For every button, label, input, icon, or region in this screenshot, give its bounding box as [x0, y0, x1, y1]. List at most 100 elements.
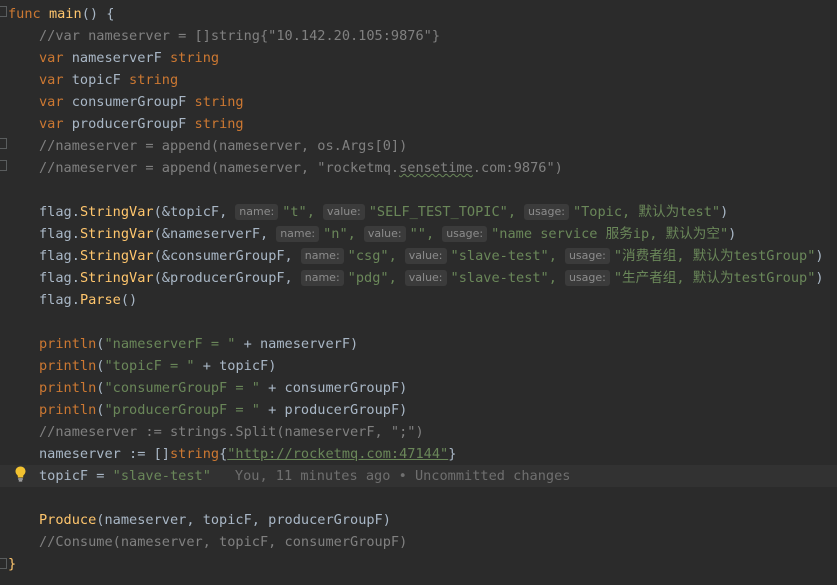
identifier: consumerGroupF [284, 380, 400, 396]
gutter [0, 0, 8, 585]
url-link[interactable]: "http://rocketmq.com:47144" [227, 446, 448, 462]
string-literal: "消费者组, 默认为testGroup" [613, 248, 816, 264]
string-literal: "n", [323, 226, 356, 242]
package-name: flag [39, 248, 72, 264]
type: string [194, 94, 244, 110]
comment: .com:9876") [472, 160, 563, 176]
param-hint: name: [300, 270, 344, 286]
identifier: nameserverF [71, 50, 162, 66]
code-line-19: println("producerGroupF = " + producerGr… [39, 402, 408, 418]
identifier: producerGroupF [284, 402, 400, 418]
fold-marker-icon[interactable] [0, 558, 7, 569]
param-hint: value: [404, 270, 447, 286]
builtin-call: println [39, 358, 97, 374]
string-literal: "Topic, 默认为test" [572, 204, 721, 220]
string-literal: "t", [282, 204, 315, 220]
type: string [194, 116, 244, 132]
code-line-21: nameserver := []string{"http://rocketmq.… [39, 446, 457, 462]
code-line-13: flag.StringVar(&producerGroupF, name: "pdg… [39, 270, 824, 286]
param-hint: name: [276, 226, 320, 242]
code-line-18: println("consumerGroupF = " + consumerGr… [39, 380, 408, 396]
comment-typo: sensetime [399, 160, 473, 176]
string-literal: "SELF_TEST_TOPIC", [368, 204, 517, 220]
code-line-12: flag.StringVar(&consumerGroupF, name: "csg… [39, 248, 824, 264]
param-hint: usage: [564, 248, 610, 264]
builtin-call: println [39, 402, 97, 418]
code-text: (nameserver, topicF, producerGroupF) [96, 512, 391, 528]
package-name: flag [39, 226, 72, 242]
string-literal: "name service 服务ip, 默认为空" [491, 226, 729, 242]
identifier: nameserverF [260, 336, 351, 352]
code-line-24: Produce(nameserver, topicF, producerGrou… [8, 509, 391, 531]
keyword: func [8, 6, 41, 22]
identifier: nameserver [39, 446, 121, 462]
string-literal: "slave-test" [112, 468, 211, 484]
identifier: consumerGroupF [71, 94, 187, 110]
comment: //Consume(nameserver, topicF, consumerGr… [39, 534, 408, 550]
identifier: topicF [71, 72, 121, 88]
code-line-1: func main() { [8, 3, 114, 25]
param-hint: name: [300, 248, 344, 264]
comment: //var nameserver = []string{"10.142.20.1… [39, 28, 441, 44]
code-line-7: //nameserver = append(nameserver, os.Arg… [8, 135, 407, 157]
package-name: flag [39, 292, 72, 308]
function-call: StringVar [79, 248, 154, 264]
code-line-2: //var nameserver = []string{"10.142.20.1… [8, 25, 440, 47]
string-literal: "topicF = " [104, 358, 195, 374]
string-literal: "producerGroupF = " [104, 402, 260, 418]
identifier: topicF [219, 358, 269, 374]
param-hint: value: [363, 226, 406, 242]
git-blame-annotation: You, 11 minutes ago • Uncommitted change… [234, 468, 571, 484]
comment: //nameserver = append(nameserver, os.Arg… [39, 138, 408, 154]
fold-marker-icon[interactable] [0, 6, 7, 17]
keyword: var [39, 72, 64, 88]
function-call: StringVar [79, 270, 154, 286]
string-literal: "生产者组, 默认为testGroup" [613, 270, 816, 286]
code-line-16: println("nameserverF = " + nameserverF) [39, 336, 359, 352]
code-line-3: var nameserverF string [8, 47, 219, 69]
function-name: main [48, 6, 82, 22]
param-hint: usage: [442, 226, 488, 242]
keyword: var [39, 50, 64, 66]
comment: //nameserver = append(nameserver, "rocke… [39, 160, 400, 176]
operator: := [] [129, 446, 170, 462]
function-call: Produce [39, 512, 97, 528]
string-literal: "csg", [347, 248, 397, 264]
string-literal: "nameserverF = " [104, 336, 236, 352]
keyword: var [39, 94, 64, 110]
function-call: StringVar [79, 204, 154, 220]
fold-marker-icon[interactable] [0, 138, 7, 149]
argument: &nameserverF, [161, 226, 269, 242]
code-line-8: //nameserver = append(nameserver, "rocke… [8, 157, 563, 179]
code-line-14: flag.Parse() [39, 292, 138, 308]
package-name: flag [39, 270, 72, 286]
type: string [169, 50, 220, 66]
string-literal: "consumerGroupF = " [104, 380, 260, 396]
code-line-25: //Consume(nameserver, topicF, consumerGr… [8, 531, 407, 553]
param-hint: name: [235, 204, 279, 220]
code-line-17: println("topicF = " + topicF) [39, 358, 277, 374]
code-line-11: flag.StringVar(&nameserverF, name: "n", val… [39, 226, 737, 242]
type: string [129, 72, 179, 88]
param-hint: value: [322, 204, 365, 220]
type: string [169, 446, 220, 462]
param-hint: value: [404, 248, 447, 264]
function-call: Parse [79, 292, 121, 308]
function-call: StringVar [79, 226, 154, 242]
code-line-20: //nameserver := strings.Split(nameserver… [8, 421, 424, 443]
param-hint: usage: [564, 270, 610, 286]
code-line-6: var producerGroupF string [8, 113, 244, 135]
argument: &consumerGroupF, [161, 248, 293, 264]
fold-marker-icon[interactable] [0, 160, 7, 171]
keyword: var [39, 116, 64, 132]
identifier: producerGroupF [71, 116, 187, 132]
param-hint: usage: [524, 204, 569, 220]
builtin-call: println [39, 336, 97, 352]
string-literal: "slave-test", [450, 248, 557, 264]
identifier: topicF [39, 468, 89, 484]
string-literal: "pdg", [347, 270, 397, 286]
builtin-call: println [39, 380, 97, 396]
package-name: flag [39, 204, 72, 220]
code-editor[interactable]: func main() { //var nameserver = []strin… [0, 0, 837, 585]
lightbulb-icon[interactable] [15, 466, 26, 482]
